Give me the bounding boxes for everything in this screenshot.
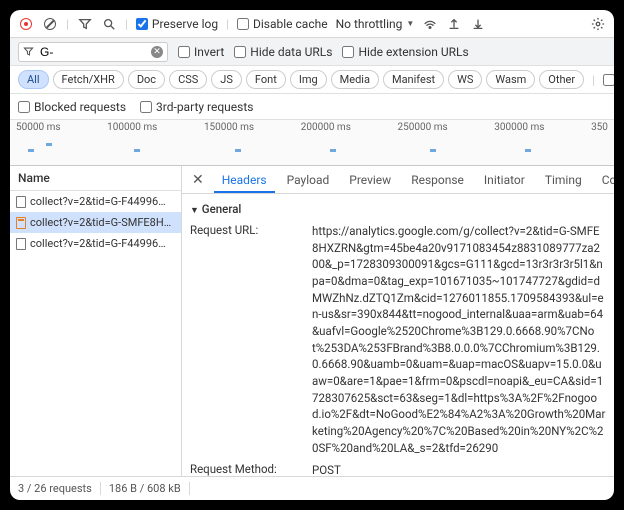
request-row[interactable]: collect?v=2&tid=G-SMFE8H… [10, 212, 181, 233]
general-section-label: General [202, 202, 242, 216]
type-chip-wasm[interactable]: Wasm [486, 70, 535, 89]
tab-payload[interactable]: Payload [279, 167, 338, 193]
transfer-size: 186 B / 608 kB [101, 482, 190, 495]
timeline-tick: 250000 ms [398, 122, 448, 133]
type-chip-img[interactable]: Img [290, 70, 327, 89]
timeline-tick: 200000 ms [301, 122, 351, 133]
hide-ext-urls-label: Hide extension URLs [358, 45, 468, 59]
preserve-log-checkbox[interactable]: Preserve log [136, 17, 218, 31]
request-name: collect?v=2&tid=G-SMFE8H… [30, 216, 171, 229]
request-method-value: POST [312, 462, 606, 476]
hide-data-urls-label: Hide data URLs [250, 45, 332, 59]
type-chip-all[interactable]: All [18, 70, 49, 89]
document-icon [16, 196, 26, 208]
download-icon[interactable] [470, 16, 486, 32]
close-details-icon[interactable]: ✕ [186, 172, 210, 188]
hide-data-urls-checkbox[interactable]: Hide data URLs [234, 45, 332, 59]
request-name: collect?v=2&tid=G-F44996… [30, 195, 166, 208]
request-name: collect?v=2&tid=G-F44996… [30, 237, 166, 250]
request-count: 3 / 26 requests [10, 482, 101, 495]
request-url-value[interactable]: https://analytics.google.com/g/collect?v… [312, 223, 606, 456]
tab-timing[interactable]: Timing [537, 167, 590, 193]
timeline-overview[interactable]: 50000 ms 100000 ms 150000 ms 200000 ms 25000… [10, 120, 614, 166]
type-chip-fetch-xhr[interactable]: Fetch/XHR [53, 70, 124, 89]
details-tabs: ✕ HeadersPayloadPreviewResponseInitiator… [182, 166, 614, 194]
hide-ext-urls-checkbox[interactable]: Hide extension URLs [342, 45, 468, 59]
throttling-label: No throttling [336, 17, 403, 31]
filter-input[interactable] [38, 44, 147, 60]
chevron-down-icon: ▼ [406, 19, 414, 28]
upload-icon[interactable] [446, 16, 462, 32]
filter-input-box[interactable]: ✕ [18, 42, 168, 62]
type-chip-other[interactable]: Other [539, 70, 584, 89]
disable-cache-checkbox[interactable]: Disable cache [237, 17, 328, 31]
tab-cookies[interactable]: Cookies [594, 167, 614, 193]
timeline-tick: 150000 ms [204, 122, 254, 133]
blocked-cookies-checkbox[interactable]: Blocked response cookies [603, 66, 614, 94]
filter-icon[interactable] [77, 16, 93, 32]
request-url-key: Request URL: [190, 223, 312, 237]
type-chip-css[interactable]: CSS [169, 70, 207, 89]
preserve-log-label: Preserve log [152, 17, 218, 31]
type-chip-media[interactable]: Media [331, 70, 379, 89]
tab-headers[interactable]: Headers [214, 167, 275, 193]
type-chip-js[interactable]: JS [211, 70, 242, 89]
type-chip-doc[interactable]: Doc [128, 70, 165, 89]
request-details: ✕ HeadersPayloadPreviewResponseInitiator… [182, 166, 614, 476]
gear-icon[interactable] [590, 16, 606, 32]
third-party-label: 3rd-party requests [156, 100, 253, 114]
type-chip-ws[interactable]: WS [448, 70, 482, 89]
main-toolbar: | | Preserve log | Disable cache No thro… [10, 10, 614, 38]
request-method-key: Request Method: [190, 462, 312, 476]
funnel-icon [23, 46, 34, 57]
filter-bar: ✕ Invert Hide data URLs Hide extension U… [10, 38, 614, 66]
third-party-checkbox[interactable]: 3rd-party requests [140, 100, 253, 114]
request-url-row: Request URL: https://analytics.google.co… [190, 220, 606, 459]
blocked-requests-checkbox[interactable]: Blocked requests [18, 100, 126, 114]
timeline-tick: 350 [591, 122, 608, 133]
document-icon [16, 238, 26, 250]
timeline-tick: 300000 ms [494, 122, 544, 133]
name-column-header[interactable]: Name [10, 166, 181, 191]
throttling-dropdown[interactable]: No throttling ▼ [336, 17, 415, 31]
request-list: Name collect?v=2&tid=G-F44996… collect?v=… [10, 166, 182, 476]
timeline-tick: 50000 ms [16, 122, 61, 133]
invert-checkbox[interactable]: Invert [178, 45, 224, 59]
clear-filter-icon[interactable]: ✕ [151, 46, 163, 58]
blocked-requests-label: Blocked requests [34, 100, 126, 114]
request-method-row: Request Method: POST [190, 459, 606, 476]
headers-tab-content: ▼ General Request URL: https://analytics… [182, 194, 614, 476]
status-bar: 3 / 26 requests 186 B / 608 kB [10, 476, 614, 500]
request-row[interactable]: collect?v=2&tid=G-F44996… [10, 233, 181, 254]
disclosure-triangle-icon: ▼ [190, 206, 199, 216]
search-icon[interactable] [101, 16, 117, 32]
clear-button[interactable] [42, 16, 58, 32]
timeline-tick: 100000 ms [107, 122, 157, 133]
request-row[interactable]: collect?v=2&tid=G-F44996… [10, 191, 181, 212]
document-icon-orange [16, 217, 26, 229]
devtools-network-panel: | | Preserve log | Disable cache No thro… [10, 10, 614, 500]
invert-label: Invert [194, 45, 224, 59]
disable-cache-label: Disable cache [253, 17, 328, 31]
tab-initiator[interactable]: Initiator [476, 167, 533, 193]
network-conditions-icon[interactable] [422, 16, 438, 32]
type-chip-manifest[interactable]: Manifest [383, 70, 444, 89]
tab-preview[interactable]: Preview [341, 167, 399, 193]
main-split: Name collect?v=2&tid=G-F44996… collect?v=… [10, 166, 614, 476]
general-section-header[interactable]: ▼ General [190, 198, 606, 220]
resource-type-filters: AllFetch/XHRDocCSSJSFontImgMediaManifest… [10, 66, 614, 94]
type-chip-font[interactable]: Font [246, 70, 286, 89]
extra-filters: Blocked requests 3rd-party requests [10, 94, 614, 120]
tab-response[interactable]: Response [403, 167, 472, 193]
record-button[interactable] [18, 16, 34, 32]
